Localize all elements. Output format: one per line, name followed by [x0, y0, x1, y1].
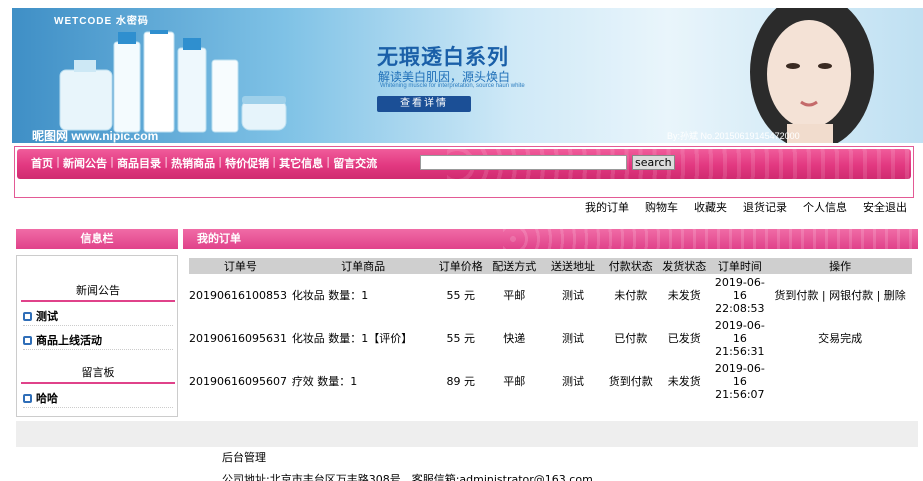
order-shipping-cell: 平邮: [503, 375, 526, 388]
sidebar: 新闻公告 测试 商品上线活动 留言板 哈哈: [16, 255, 178, 417]
page-title: 我的订单: [183, 229, 918, 249]
watermark-serial: By:孙斌 No.20150619145472000: [667, 131, 800, 141]
column-header: 发货状态: [656, 258, 712, 274]
footer-band: [16, 421, 918, 447]
returns-link[interactable]: 退货记录: [743, 199, 787, 215]
cart-link[interactable]: 购物车: [645, 199, 678, 215]
bullet-icon: [23, 312, 32, 321]
brand-logo: WETCODE 水密码: [54, 16, 149, 27]
logout-link[interactable]: 安全退出: [863, 199, 907, 215]
table-row: 20190616095607 疗效 数量：1 89 元 平邮 测试 货到付款 未…: [189, 360, 912, 403]
order-actions-cell: 货到付款 | 网银付款 | 删除: [774, 289, 906, 302]
sidebar-message-item[interactable]: 哈哈: [23, 390, 173, 408]
sidebar-section-messages: 留言板: [21, 362, 175, 384]
column-header: 付款状态: [604, 258, 657, 274]
user-links: 我的订单 购物车 收藏夹 退货记录 个人信息 安全退出: [585, 199, 907, 215]
header-banner: WETCODE 水密码 无瑕透白系列 解读美白肌因，源头焕白 Whitening…: [12, 8, 923, 143]
nav-catalog[interactable]: 商品目录: [115, 155, 163, 171]
order-time-cell: 2019-06-16 21:56:31: [714, 319, 765, 358]
order-time-cell: 2019-06-16 22:08:53: [714, 276, 765, 315]
nav-specials[interactable]: 特价促销: [223, 155, 271, 171]
favorites-link[interactable]: 收藏夹: [694, 199, 727, 215]
search-button[interactable]: search: [632, 155, 675, 170]
column-header: 订单价格: [434, 258, 487, 274]
cod-pay-link[interactable]: 货到付款: [774, 289, 818, 302]
model-portrait-image: [750, 8, 874, 143]
sidebar-news-item-label: 商品上线活动: [36, 334, 102, 347]
bullet-icon: [23, 394, 32, 403]
column-header: 配送方式: [486, 258, 542, 274]
sidebar-title: 信息栏: [16, 229, 178, 249]
nav-links: 首页 | 新闻公告 | 商品目录 | 热销商品 | 特价促销 | 其它信息 | 留言交流: [29, 155, 379, 171]
product-bottles-image: [59, 30, 287, 133]
banner-headline: 无瑕透白系列: [377, 45, 509, 69]
admin-link[interactable]: 后台管理: [222, 449, 266, 465]
online-pay-link[interactable]: 网银付款: [829, 289, 873, 302]
order-product-cell: 化妆品 数量：1: [291, 289, 369, 302]
order-id-cell: 20190616095607: [189, 375, 287, 388]
order-id-cell: 20190616095631: [189, 332, 287, 345]
column-header: 订单时间: [711, 258, 769, 274]
orders-panel: 订单号 订单商品 订单价格 配送方式 送送地址 付款状态 发货状态 订单时间 操…: [183, 250, 918, 420]
order-price-cell: 89 元: [446, 375, 475, 388]
order-payment-cell: 已付款: [614, 332, 648, 345]
nav-other-info[interactable]: 其它信息: [277, 155, 325, 171]
column-header: 订单商品: [291, 258, 435, 274]
order-payment-cell: 未付款: [614, 289, 648, 302]
footer-info: 公司地址:北京市丰台区万丰路308号 客服信箱:administrator@16…: [222, 473, 593, 481]
bullet-icon: [23, 336, 32, 345]
nav-hot-products[interactable]: 热销商品: [169, 155, 217, 171]
main-nav: 首页 | 新闻公告 | 商品目录 | 热销商品 | 特价促销 | 其它信息 | 留言交流 s…: [14, 146, 914, 198]
order-actions-cell: 交易完成: [818, 332, 863, 345]
sidebar-message-item-label: 哈哈: [36, 392, 58, 405]
order-product-cell: 化妆品 数量：1【评价】: [291, 332, 413, 345]
delete-order-link[interactable]: 删除: [884, 289, 906, 302]
column-header: 送送地址: [541, 258, 605, 274]
table-header-row: 订单号 订单商品 订单价格 配送方式 送送地址 付款状态 发货状态 订单时间 操…: [189, 258, 912, 274]
table-row: 20190616100853 化妆品 数量：1 55 元 平邮 测试 未付款 未…: [189, 274, 912, 317]
banner-subtitle-en: Whitening muscle for interpretation, sou…: [380, 83, 525, 89]
order-shipping-cell: 平邮: [503, 289, 526, 302]
order-price-cell: 55 元: [446, 332, 475, 345]
view-details-button[interactable]: 查看详情: [377, 96, 471, 112]
order-delivery-cell: 未发货: [667, 289, 701, 302]
order-product-cell: 疗效 数量：1: [291, 375, 358, 388]
search-input[interactable]: [420, 155, 627, 170]
table-row: 20190616095631 化妆品 数量：1【评价】 55 元 快递 测试 已…: [189, 317, 912, 360]
nav-message-board[interactable]: 留言交流: [331, 155, 379, 171]
nav-news[interactable]: 新闻公告: [61, 155, 109, 171]
order-address-cell: 测试: [562, 332, 584, 345]
watermark-text: 昵图网 www.nipic.com: [32, 129, 159, 143]
nav-home[interactable]: 首页: [29, 155, 55, 171]
order-shipping-cell: 快递: [503, 332, 526, 345]
column-header: 操作: [768, 258, 912, 274]
my-orders-link[interactable]: 我的订单: [585, 199, 629, 215]
order-address-cell: 测试: [562, 375, 584, 388]
orders-table: 订单号 订单商品 订单价格 配送方式 送送地址 付款状态 发货状态 订单时间 操…: [189, 258, 912, 403]
order-actions-cell: [768, 360, 912, 403]
sidebar-section-news: 新闻公告: [21, 280, 175, 302]
order-address-cell: 测试: [562, 289, 584, 302]
sidebar-news-item[interactable]: 商品上线活动: [23, 332, 173, 350]
profile-link[interactable]: 个人信息: [803, 199, 847, 215]
order-id-cell: 20190616100853: [189, 289, 287, 302]
column-header: 订单号: [189, 258, 292, 274]
order-price-cell: 55 元: [446, 289, 475, 302]
sidebar-news-item-label: 测试: [36, 310, 58, 323]
sidebar-news-item[interactable]: 测试: [23, 308, 173, 326]
order-payment-cell: 货到付款: [608, 375, 653, 388]
order-time-cell: 2019-06-16 21:56:07: [714, 362, 765, 401]
order-delivery-cell: 未发货: [667, 375, 701, 388]
order-delivery-cell: 已发货: [667, 332, 701, 345]
